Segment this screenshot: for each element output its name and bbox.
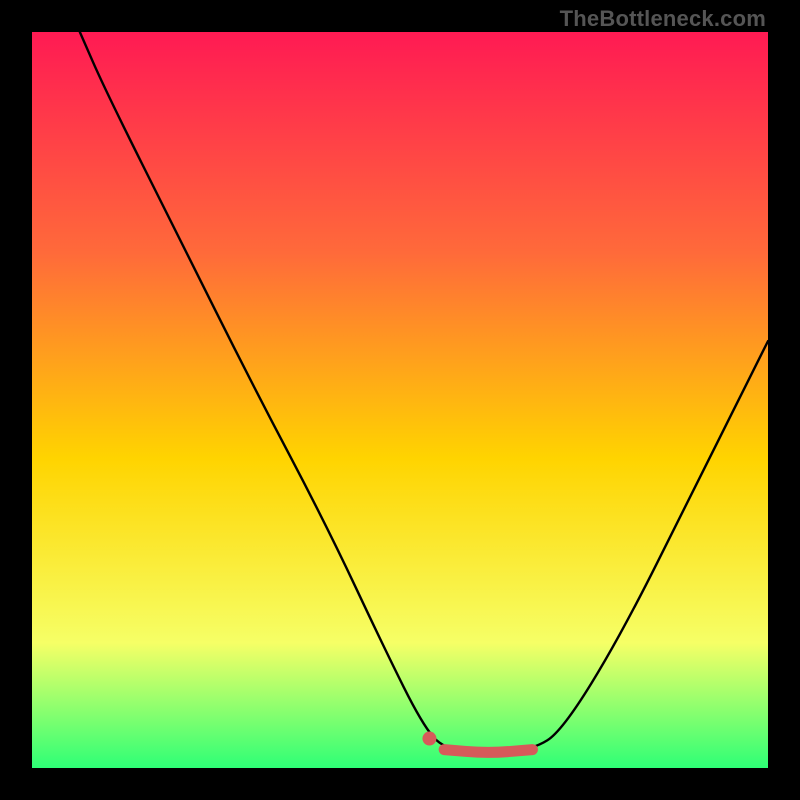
bottleneck-plot: [32, 32, 768, 768]
optimal-range-highlight: [444, 750, 532, 753]
gradient-background: [32, 32, 768, 768]
optimal-point-marker: [422, 732, 436, 746]
watermark-text: TheBottleneck.com: [560, 6, 766, 32]
chart-frame: [32, 32, 768, 768]
